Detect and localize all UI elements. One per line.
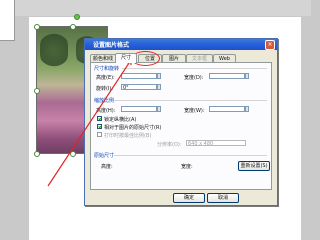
lock-aspect-label: 锁定纵横比(A) [104,117,137,123]
lock-aspect-checkbox[interactable] [97,116,102,121]
dialog-titlebar: 设置图片格式 × [85,39,277,50]
format-picture-dialog: 设置图片格式 × 颜色和线条 尺寸 位置 图片 文本框 Web 尺寸和旋转 高度… [84,38,278,206]
resize-handle-left[interactable] [34,88,40,94]
scale-width-label: 宽度(W): [184,108,205,114]
resize-handle-bottom[interactable] [70,151,76,157]
rotation-input[interactable]: 0° [121,84,157,91]
divider [114,155,267,156]
width-label: 宽度(D): [184,75,204,81]
divider [114,100,267,101]
scale-height-label: 高度(H): [96,108,116,114]
rotate-handle[interactable] [74,14,80,20]
height-label: 高度(E): [96,75,115,81]
section-scale: 缩放比例 [94,98,115,104]
print-scale-checkbox[interactable] [97,132,102,137]
original-width-label: 宽度: [181,164,193,170]
rotation-spinner[interactable] [157,84,161,90]
width-spinner[interactable] [245,73,249,79]
left-thumbnail-pane [0,0,15,41]
original-height-label: 高度: [101,164,113,170]
ok-button[interactable]: 确定 [173,193,205,203]
scale-height-spinner[interactable] [157,106,161,112]
resize-handle-bottom-left[interactable] [34,151,40,157]
close-icon[interactable]: × [265,40,275,50]
height-spinner[interactable] [157,73,161,79]
relative-original-label: 相对于图片的原始尺寸(R) [104,125,162,131]
resize-handle-top-left[interactable] [34,24,40,30]
width-input[interactable] [209,73,245,79]
print-scale-label: 打印时按最佳比例(B) [104,133,152,139]
cancel-button[interactable]: 取消 [207,193,239,203]
tab-size[interactable]: 尺寸 [115,53,137,63]
section-size-rotate: 尺寸和旋转 [94,66,120,72]
scale-width-spinner[interactable] [245,106,249,112]
size-panel: 尺寸和旋转 高度(E): 宽度(D): 旋转(I): 0° 缩放比例 高度(H)… [90,62,272,190]
scale-width-input[interactable] [209,106,245,112]
height-input[interactable] [121,73,157,79]
divider [122,68,267,69]
toolbar-area [0,0,311,16]
rotation-label: 旋转(I): [96,86,114,92]
scale-height-input[interactable] [121,106,157,112]
resize-handle-top[interactable] [70,24,76,30]
resolution-label: 分辨率(O): [157,142,182,148]
dialog-title: 设置图片格式 [93,42,130,49]
relative-original-checkbox[interactable] [97,124,102,129]
reset-button[interactable]: 重新设置(S) [238,161,270,171]
section-original-size: 原始尺寸 [94,153,115,159]
resolution-select[interactable]: 640 x 480 [186,140,246,147]
